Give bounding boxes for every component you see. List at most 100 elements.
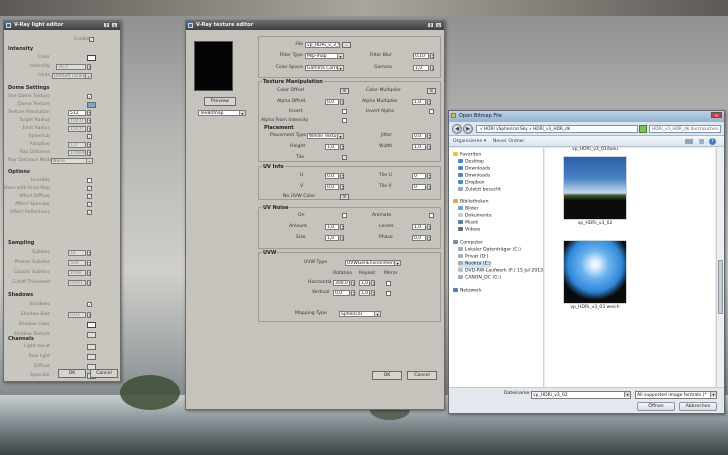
help-icon[interactable]: ? bbox=[709, 138, 716, 145]
height-spinner[interactable] bbox=[340, 144, 344, 150]
horizontal-rotation-spinner[interactable] bbox=[351, 280, 355, 286]
search-input[interactable]: HDRI_v3_HDR_dk durchsuchen bbox=[649, 125, 721, 133]
light-ok-button[interactable]: OK bbox=[58, 369, 86, 378]
alpha-from-intensity-checkbox[interactable] bbox=[342, 118, 347, 123]
texture-type-dropdown[interactable]: TexBitmap bbox=[198, 110, 246, 116]
animate-checkbox[interactable] bbox=[429, 213, 434, 218]
caustic-subdivs-spinner[interactable] bbox=[87, 270, 91, 276]
browse-button[interactable]: ... bbox=[342, 42, 351, 48]
preview-pane-icon[interactable] bbox=[699, 139, 704, 144]
affect-diffuse-checkbox[interactable] bbox=[87, 194, 92, 199]
close-icon[interactable]: ✕ bbox=[111, 22, 118, 28]
nav-documents[interactable]: Dokumente bbox=[458, 213, 492, 220]
cancel-button[interactable]: Abbrechen bbox=[679, 402, 717, 411]
u-spinner[interactable] bbox=[340, 173, 344, 179]
refresh-icon[interactable] bbox=[639, 125, 647, 133]
ray-distance-spinner[interactable] bbox=[87, 150, 91, 156]
nav-dropbox[interactable]: Dropbox bbox=[458, 180, 484, 187]
filename-input[interactable]: vp_HDRi_v3_02 bbox=[531, 391, 631, 399]
organize-menu[interactable]: Organisieren ▾ bbox=[453, 136, 486, 147]
help-icon[interactable]: ? bbox=[103, 22, 110, 28]
affect-reflections-checkbox[interactable] bbox=[87, 210, 92, 215]
spherical-checkbox[interactable] bbox=[87, 134, 92, 139]
color-multiplier-map-button[interactable]: m bbox=[427, 88, 436, 94]
color-swatch[interactable] bbox=[87, 55, 96, 61]
nav-computer[interactable]: Computer bbox=[453, 240, 483, 247]
nav-nookta[interactable]: Nookta (E:) bbox=[458, 261, 491, 268]
help-icon[interactable]: ? bbox=[427, 22, 434, 28]
file-thumbnail[interactable]: vp_HDRi_v3_03 weich bbox=[563, 240, 627, 310]
u-field[interactable]: 0,0 bbox=[325, 173, 339, 179]
texture-cancel-button[interactable]: Cancel bbox=[407, 371, 437, 380]
horizontal-rotation-field[interactable]: 300,0 bbox=[333, 280, 350, 286]
subdivs-spinner[interactable] bbox=[87, 250, 91, 256]
use-dome-texture-checkbox[interactable] bbox=[87, 94, 92, 99]
target-radius-spinner[interactable] bbox=[87, 118, 91, 124]
close-icon[interactable]: ✕ bbox=[435, 22, 442, 28]
file-type-dropdown[interactable]: All supported image formats (* bbox=[635, 391, 717, 399]
horizontal-repeat-field[interactable]: 1,0 bbox=[359, 280, 370, 286]
phase-spinner[interactable] bbox=[427, 235, 431, 241]
affect-specular-checkbox[interactable] bbox=[87, 202, 92, 207]
adaptive-spinner[interactable] bbox=[87, 142, 91, 148]
size-spinner[interactable] bbox=[340, 235, 344, 241]
raw-light-button[interactable] bbox=[87, 354, 96, 360]
horizontal-repeat-spinner[interactable] bbox=[371, 280, 375, 286]
filter-blur-spinner[interactable] bbox=[430, 53, 434, 59]
photon-subdivs-spinner[interactable] bbox=[87, 260, 91, 266]
forward-arrow-icon[interactable]: ▶ bbox=[463, 124, 473, 134]
nav-videos[interactable]: Videos bbox=[458, 227, 480, 234]
shadow-bias-spinner[interactable] bbox=[87, 312, 91, 318]
color-offset-map-button[interactable]: m bbox=[340, 88, 349, 94]
shadow-color-swatch[interactable] bbox=[87, 322, 96, 328]
levels-spinner[interactable] bbox=[427, 224, 431, 230]
scrollbar-thumb[interactable] bbox=[718, 260, 723, 314]
width-field[interactable]: 1,0 bbox=[412, 144, 426, 150]
shadow-texture-button[interactable] bbox=[87, 332, 96, 338]
nav-downloads-1[interactable]: Downloads bbox=[458, 166, 490, 173]
on-checkbox[interactable] bbox=[342, 213, 347, 218]
photon-subdivs-field[interactable]: 500 bbox=[68, 260, 86, 266]
nav-local-disk[interactable]: Lokaler Datenträger (C:) bbox=[458, 247, 521, 254]
nav-desktop[interactable]: Desktop bbox=[458, 159, 484, 166]
nav-downloads-2[interactable]: Downloads bbox=[458, 173, 490, 180]
amount-spinner[interactable] bbox=[340, 224, 344, 230]
back-arrow-icon[interactable]: ◀ bbox=[452, 124, 462, 134]
intensity-field[interactable]: 30,0 bbox=[56, 64, 86, 70]
dome-texture-button[interactable] bbox=[87, 102, 96, 108]
shadow-bias-field[interactable]: 0,01 bbox=[68, 312, 86, 318]
mapping-type-dropdown[interactable]: Spherical bbox=[339, 311, 381, 317]
shadows-checkbox[interactable] bbox=[87, 302, 92, 307]
nav-music[interactable]: Musik bbox=[458, 220, 478, 227]
vertical-mirror-checkbox[interactable] bbox=[386, 291, 391, 296]
gamma-spinner[interactable] bbox=[430, 65, 434, 71]
units-dropdown[interactable]: Default (scalar) bbox=[52, 73, 92, 79]
horizontal-mirror-checkbox[interactable] bbox=[386, 281, 391, 286]
phase-field[interactable]: 0,0 bbox=[412, 235, 426, 241]
target-radius-field[interactable]: 100,0 bbox=[68, 118, 86, 124]
jitter-field[interactable]: 0,0 bbox=[412, 133, 426, 139]
jitter-spinner[interactable] bbox=[427, 133, 431, 139]
nav-private[interactable]: Privat (D:) bbox=[458, 254, 488, 261]
alpha-multiplier-field[interactable]: 1,0 bbox=[412, 99, 426, 105]
height-field[interactable]: 1,0 bbox=[325, 144, 339, 150]
ray-distance-field[interactable]: 100000 bbox=[68, 150, 86, 156]
tile-v-field[interactable]: 0 bbox=[412, 184, 426, 190]
vertical-repeat-field[interactable]: 1,0 bbox=[359, 290, 370, 296]
tile-checkbox[interactable] bbox=[342, 155, 347, 160]
subdivs-field[interactable]: 16 bbox=[68, 250, 86, 256]
store-irrad-checkbox[interactable] bbox=[87, 186, 92, 191]
nav-dvd[interactable]: DVD-RW-Laufwerk (F:) 15 Jul 2013 bbox=[458, 268, 543, 275]
ray-distance-mode-dropdown[interactable]: None bbox=[51, 158, 93, 164]
cutoff-spinner[interactable] bbox=[87, 280, 91, 286]
vertical-rotation-spinner[interactable] bbox=[351, 290, 355, 296]
nav-pictures[interactable]: Bilder bbox=[458, 206, 478, 213]
alpha-multiplier-spinner[interactable] bbox=[427, 99, 431, 105]
emit-radius-spinner[interactable] bbox=[87, 126, 91, 132]
invisible-checkbox[interactable] bbox=[87, 178, 92, 183]
file-field[interactable]: vp_HDRi_v_3_047.jpg bbox=[305, 42, 340, 48]
file-thumbnail[interactable]: vp_HDRi_v3_02 bbox=[563, 156, 627, 226]
filter-type-dropdown[interactable]: Mip-map bbox=[305, 53, 344, 59]
nav-libraries[interactable]: Bibliotheken bbox=[453, 199, 488, 206]
view-icon[interactable] bbox=[685, 139, 693, 144]
